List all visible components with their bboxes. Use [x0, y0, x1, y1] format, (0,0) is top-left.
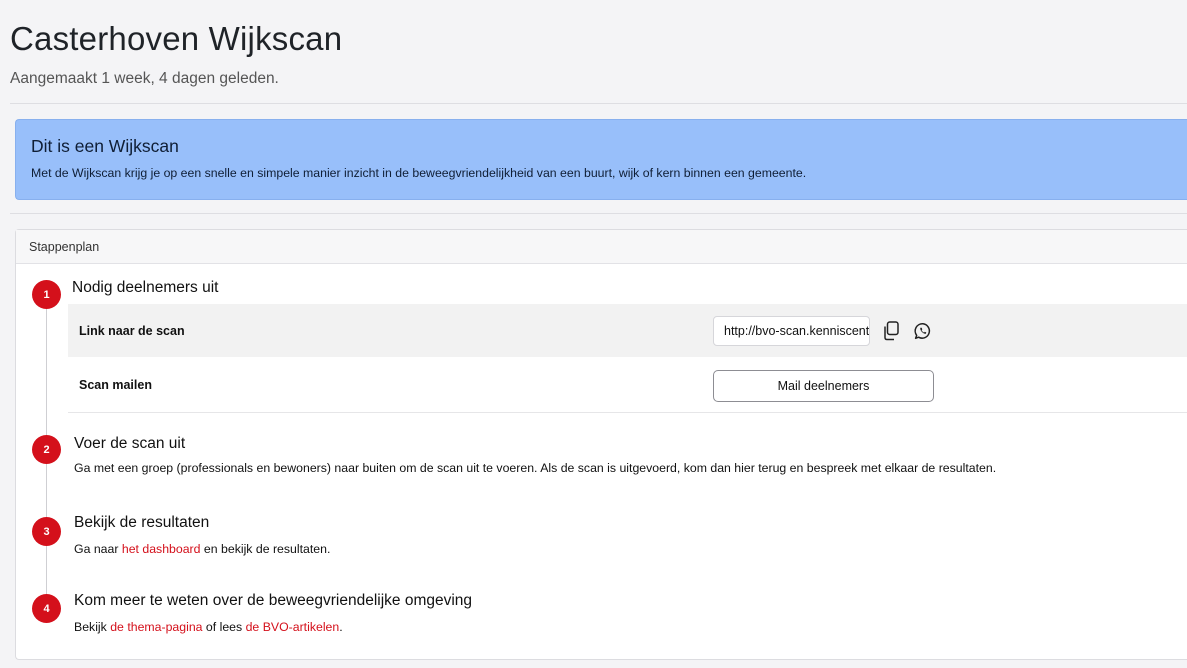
copy-icon[interactable] — [880, 320, 902, 342]
divider — [10, 103, 1187, 104]
step-3-text-before: Ga naar — [74, 542, 122, 556]
step-3-text: Ga naar het dashboard en bekijk de resul… — [74, 542, 330, 556]
step-2-text: Ga met een groep (professionals en bewon… — [74, 461, 997, 475]
card-header: Stappenplan — [16, 230, 1187, 264]
step-4-text-middle: of lees — [202, 620, 246, 634]
dashboard-link[interactable]: het dashboard — [122, 542, 201, 556]
step-3-title: Bekijk de resultaten — [74, 514, 210, 531]
divider — [10, 213, 1187, 214]
step-4-badge: 4 — [32, 594, 61, 623]
info-title: Dit is een Wijkscan — [31, 136, 179, 156]
step-4-text-before: Bekijk — [74, 620, 111, 634]
page-subtitle: Aangemaakt 1 week, 4 dagen geleden. — [10, 70, 279, 87]
step-3-badge: 3 — [32, 517, 61, 546]
mail-label: Scan mailen — [79, 377, 152, 392]
scan-link-input[interactable] — [713, 316, 870, 346]
step-4-text: Bekijk de thema-pagina of lees de BVO-ar… — [74, 620, 343, 634]
step-1-title: Nodig deelnemers uit — [72, 279, 219, 296]
link-row: Link naar de scan — [68, 304, 1187, 357]
step-4-title: Kom meer te weten over de beweegvriendel… — [74, 592, 473, 609]
step-3-text-after: en bekijk de resultaten. — [200, 542, 331, 556]
link-label: Link naar de scan — [79, 323, 185, 338]
step-4-text-after: . — [339, 620, 343, 634]
mail-row: Scan mailen Mail deelnemers — [68, 357, 1187, 413]
step-1-badge: 1 — [32, 280, 61, 309]
mail-participants-button[interactable]: Mail deelnemers — [713, 370, 934, 402]
step-2-title: Voer de scan uit — [74, 435, 186, 452]
bvo-articles-link[interactable]: de BVO-artikelen — [246, 620, 340, 634]
whatsapp-icon[interactable] — [912, 320, 934, 342]
theme-page-link[interactable]: de thema-pagina — [110, 620, 202, 634]
page-title: Casterhoven Wijkscan — [10, 20, 343, 57]
step-2-badge: 2 — [32, 435, 61, 464]
info-text: Met de Wijkscan krijg je op een snelle e… — [31, 166, 807, 180]
info-alert: Dit is een Wijkscan Met de Wijkscan krij… — [15, 119, 1187, 200]
steps-card: Stappenplan 1 Nodig deelnemers uit Link … — [15, 229, 1187, 660]
